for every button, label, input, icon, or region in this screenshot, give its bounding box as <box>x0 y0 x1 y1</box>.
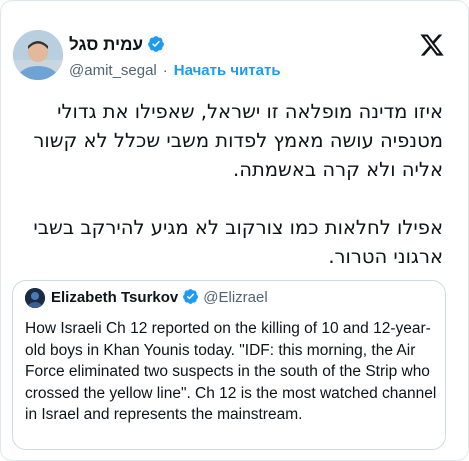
verified-badge-icon <box>182 288 199 311</box>
quoted-avatar-photo <box>25 288 45 308</box>
avatar-photo <box>13 30 63 80</box>
tweet-text: איזו מדינה מופלאה זו ישראל, שאפילו את גד… <box>21 97 443 300</box>
follow-button[interactable]: Начать читать <box>174 62 281 79</box>
author-name-text: עמית סגל <box>69 35 143 54</box>
quoted-author-avatar[interactable] <box>25 288 45 308</box>
tweet-paragraph-1: איזו מדינה מופלאה זו ישראל, שאפילו את גד… <box>33 100 443 181</box>
quoted-tweet-text: How Israeli Ch 12 reported on the killin… <box>25 320 437 423</box>
x-logo-icon[interactable] <box>418 32 446 58</box>
quoted-author-name[interactable]: Elizabeth Tsurkov <box>51 289 178 306</box>
author-display-name[interactable]: עמית סגל <box>69 34 165 59</box>
author-handle-row: @amit_segal · Начать читать <box>69 61 281 81</box>
quoted-author-handle[interactable]: @Elizrael <box>203 289 267 306</box>
verified-badge-icon <box>147 35 165 59</box>
author-avatar[interactable] <box>13 30 63 80</box>
tweet-card: עמית סגל @amit_segal · Начать читать איזו … <box>0 0 469 461</box>
separator-dot: · <box>162 62 168 79</box>
quoted-tweet[interactable]: Elizabeth Tsurkov @Elizrael How Israeli C… <box>12 280 446 450</box>
quoted-author-row: Elizabeth Tsurkov @Elizrael <box>51 288 268 311</box>
author-handle[interactable]: @amit_segal <box>69 62 157 79</box>
tweet-paragraph-2: אפילו לחלאות כמו צורקוב לא מגיע להירקב ב… <box>33 216 443 268</box>
